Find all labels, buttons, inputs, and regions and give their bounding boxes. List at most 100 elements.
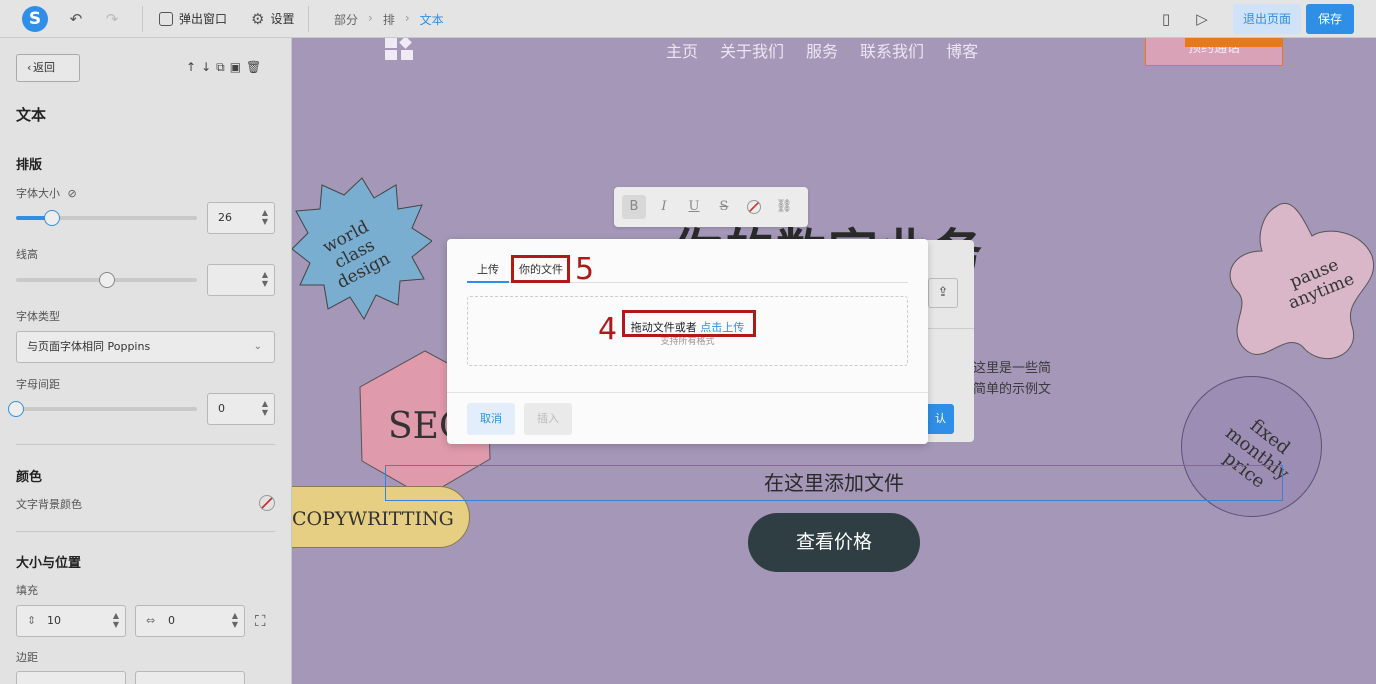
dialog-footer-divider <box>447 392 928 393</box>
breadcrumb-item[interactable]: 部分 <box>334 11 358 28</box>
save-button[interactable]: 保存 <box>1306 4 1354 34</box>
letter-spacing-slider[interactable] <box>16 407 197 411</box>
line-height-stepper[interactable]: ▲ ▼ <box>207 264 275 296</box>
vertical-padding-icon: ⇕ <box>27 614 37 627</box>
breadcrumb: 部分 › 排 › 文本 <box>334 11 444 28</box>
active-tab-indicator <box>467 281 509 283</box>
element-action-bar <box>1185 38 1283 47</box>
top-toolbar: S ↶ ↷ 弹出窗口 ⚙ 设置 部分 › 排 › 文本 ▯ ▷ 退出页面 保存 <box>0 0 1376 38</box>
chevron-right-icon: › <box>368 11 373 25</box>
font-type-value: 与页面字体相同 Poppins <box>27 340 151 353</box>
no-color-swatch-icon[interactable] <box>259 495 275 511</box>
padding-horizontal-value: 0 <box>168 614 175 627</box>
margin-label: 边距 <box>16 651 38 664</box>
popup-button[interactable]: 弹出窗口 <box>159 9 227 29</box>
font-type-select[interactable]: 与页面字体相同 Poppins ⌄ <box>16 331 275 363</box>
letter-spacing-value: 0 <box>218 402 225 415</box>
margin-stepper[interactable] <box>16 671 126 684</box>
link-icon[interactable]: ⛓ <box>772 195 796 219</box>
color-heading: 颜色 <box>16 470 43 485</box>
font-size-slider[interactable] <box>16 216 197 220</box>
back-label: 返回 <box>33 61 55 74</box>
insert-button[interactable]: 插入 <box>524 403 572 435</box>
text-bg-color-label: 文字背景颜色 <box>16 498 82 511</box>
selected-text[interactable]: 在这里添加文件 <box>386 466 1282 500</box>
chevron-right-icon: › <box>404 11 410 25</box>
size-position-heading: 大小与位置 <box>16 556 82 571</box>
font-type-label: 字体类型 <box>16 310 60 323</box>
chevron-down-icon: ⌄ <box>253 341 262 352</box>
cancel-button[interactable]: 取消 <box>467 403 515 435</box>
annotation-box-4 <box>622 310 756 337</box>
toolbar-divider <box>308 6 309 32</box>
padding-horizontal-stepper[interactable]: ⇔ 0 ▲ ▼ <box>135 605 245 637</box>
toolbar-divider <box>142 6 143 32</box>
view-pricing-button[interactable]: 查看价格 <box>748 513 920 572</box>
copywriting-text: COPYWRITTING <box>292 508 454 530</box>
letter-spacing-label: 字母间距 <box>16 378 60 391</box>
selected-text-block[interactable]: 在这里添加文件 <box>385 465 1283 501</box>
move-down-icon[interactable]: ↓ <box>201 60 211 75</box>
play-icon[interactable]: ▷ <box>1192 9 1212 29</box>
annotation-number-5: 5 <box>575 252 595 287</box>
back-button[interactable]: ‹ 返回 <box>16 54 80 82</box>
delete-icon[interactable]: 🗑 <box>246 60 261 75</box>
slider-knob[interactable] <box>44 210 61 226</box>
margin-stepper[interactable] <box>135 671 245 684</box>
italic-icon[interactable]: I <box>652 195 676 219</box>
settings-button[interactable]: ⚙ 设置 <box>251 9 294 29</box>
strikethrough-icon[interactable]: S <box>712 195 736 219</box>
nav-item-contact[interactable]: 联系我们 <box>860 38 924 62</box>
font-size-label-text: 字体大小 <box>16 187 60 200</box>
popup-icon <box>159 12 173 26</box>
line-height-label: 线高 <box>16 248 38 261</box>
save-block-icon[interactable]: ▣ <box>230 60 241 75</box>
breadcrumb-item[interactable]: 排 <box>383 11 395 28</box>
breadcrumb-current: 文本 <box>419 13 444 27</box>
slider-knob[interactable] <box>8 401 24 417</box>
site-logo[interactable] <box>385 38 415 60</box>
stepper-arrows-icon[interactable]: ▲ ▼ <box>232 611 238 629</box>
settings-label: 设置 <box>270 12 295 26</box>
move-up-icon[interactable]: ↑ <box>186 60 196 75</box>
nav-item-services[interactable]: 服务 <box>806 38 838 62</box>
exit-page-button[interactable]: 退出页面 <box>1233 4 1301 34</box>
reset-icon[interactable]: ⊘ <box>68 187 77 200</box>
copy-icon[interactable]: ⧉ <box>216 60 225 75</box>
annotation-box-5 <box>511 255 570 283</box>
nav-item-blog[interactable]: 博客 <box>946 38 978 62</box>
mobile-preview-icon[interactable]: ▯ <box>1156 9 1176 29</box>
chevron-left-icon: ‹ <box>27 61 32 74</box>
tab-upload[interactable]: 上传 <box>477 261 499 277</box>
annotation-number-4: 4 <box>598 312 618 347</box>
logo-block <box>399 38 412 49</box>
font-size-label: 字体大小 ⊘ <box>16 185 77 201</box>
properties-panel: ‹ 返回 ↑ ↓ ⧉ ▣ 🗑 文本 排版 字体大小 ⊘ 26 ▲ ▼ 线高 ▲ ▼ … <box>0 38 292 684</box>
padding-vertical-stepper[interactable]: ⇕ 10 ▲ ▼ <box>16 605 126 637</box>
section-divider <box>16 531 275 532</box>
stepper-arrows-icon[interactable]: ▲ ▼ <box>113 611 119 629</box>
nav-item-home[interactable]: 主页 <box>666 38 698 62</box>
stepper-arrows-icon[interactable]: ▲ ▼ <box>262 208 268 226</box>
redo-icon[interactable]: ↷ <box>102 9 122 29</box>
font-size-stepper[interactable]: 26 ▲ ▼ <box>207 202 275 234</box>
horizontal-padding-icon: ⇔ <box>146 614 156 627</box>
bold-icon[interactable]: B <box>622 195 646 219</box>
letter-spacing-stepper[interactable]: 0 ▲ ▼ <box>207 393 275 425</box>
font-size-value: 26 <box>218 211 232 224</box>
logo-block <box>385 38 397 48</box>
stepper-arrows-icon[interactable]: ▲ ▼ <box>262 399 268 417</box>
underline-icon[interactable]: U <box>682 195 706 219</box>
typography-heading: 排版 <box>16 158 43 173</box>
text-format-toolbar: B I U S ⛓ <box>614 187 808 227</box>
app-logo: S <box>22 6 48 32</box>
undo-icon[interactable]: ↶ <box>66 9 86 29</box>
stepper-arrows-icon[interactable]: ▲ ▼ <box>262 270 268 288</box>
nav-item-about[interactable]: 关于我们 <box>720 38 784 62</box>
slider-knob[interactable] <box>98 272 115 288</box>
clear-color-icon[interactable] <box>742 195 766 219</box>
section-divider <box>16 444 275 445</box>
panel-title: 文本 <box>16 106 47 124</box>
expand-icon[interactable]: ⛶ <box>255 612 266 630</box>
upload-icon[interactable]: ⇪ <box>928 278 958 308</box>
